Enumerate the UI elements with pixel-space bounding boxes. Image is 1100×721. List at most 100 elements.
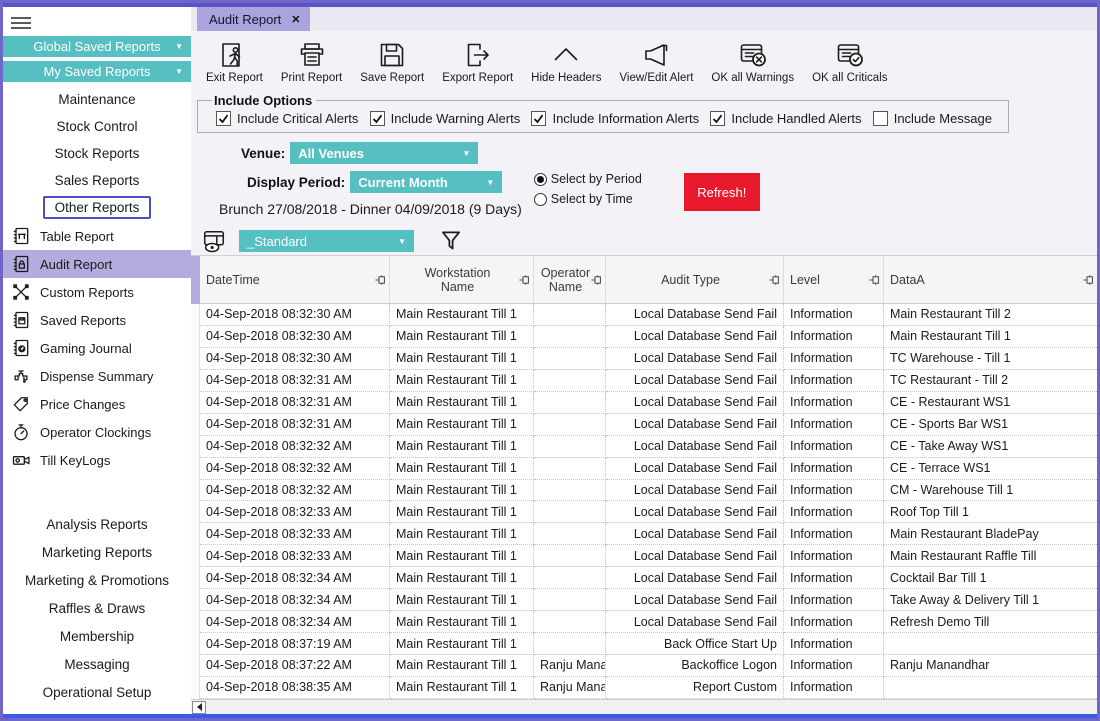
tab-close-icon[interactable]: ✕ [291, 13, 300, 26]
scroll-left-arrow[interactable] [192, 701, 206, 714]
ok-all-criticals-button[interactable]: OK all Criticals [803, 33, 896, 91]
export-report-button[interactable]: Export Report [433, 33, 522, 91]
cell-audit-type: Local Database Send Fail [606, 501, 784, 523]
print-report-button[interactable]: Print Report [272, 33, 351, 91]
table-row[interactable]: 04-Sep-2018 08:32:30 AMMain Restaurant T… [200, 304, 1097, 326]
my-saved-reports-dropdown[interactable]: My Saved Reports ▼ [3, 61, 191, 82]
table-row[interactable]: 04-Sep-2018 08:32:31 AMMain Restaurant T… [200, 370, 1097, 392]
table-row[interactable]: 04-Sep-2018 08:32:34 AMMain Restaurant T… [200, 589, 1097, 611]
view-edit-alert-button[interactable]: View/Edit Alert [610, 33, 702, 91]
sidebar-item-audit-report[interactable]: Audit Report [3, 250, 191, 278]
column-header-label: DateTime [206, 273, 260, 287]
sidebar-item-operator-clockings[interactable]: Operator Clockings [3, 418, 191, 446]
table-row[interactable]: 04-Sep-2018 08:37:22 AMMain Restaurant T… [200, 655, 1097, 677]
column-pin-icon[interactable] [375, 275, 386, 285]
cell-operator-name [534, 436, 606, 458]
table-row[interactable]: 04-Sep-2018 08:32:30 AMMain Restaurant T… [200, 348, 1097, 370]
table-row[interactable]: 04-Sep-2018 08:32:33 AMMain Restaurant T… [200, 501, 1097, 523]
cell-level: Information [784, 611, 884, 633]
column-pin-icon[interactable] [1083, 275, 1094, 285]
ok-all-warnings-button[interactable]: OK all Warnings [702, 33, 803, 91]
save-report-button[interactable]: Save Report [351, 33, 433, 91]
sidebar-item-custom-reports[interactable]: Custom Reports [3, 278, 191, 306]
column-header-operator-name[interactable]: Operator Name [534, 256, 606, 303]
table-row[interactable]: 04-Sep-2018 08:32:31 AMMain Restaurant T… [200, 392, 1097, 414]
table-row[interactable]: 04-Sep-2018 08:32:31 AMMain Restaurant T… [200, 414, 1097, 436]
table-row[interactable]: 04-Sep-2018 08:32:30 AMMain Restaurant T… [200, 326, 1097, 348]
display-period-dropdown[interactable]: Current Month ▼ [350, 171, 502, 193]
table-row[interactable]: 04-Sep-2018 08:37:19 AMMain Restaurant T… [200, 633, 1097, 655]
table-row[interactable]: 04-Sep-2018 08:32:32 AMMain Restaurant T… [200, 458, 1097, 480]
cell-datetime: 04-Sep-2018 08:32:34 AM [200, 589, 390, 611]
column-pin-icon[interactable] [519, 275, 530, 285]
sidebar-item-stock-control[interactable]: Stock Control [3, 113, 191, 140]
cell-level: Information [784, 567, 884, 589]
column-header-label: Operator Name [540, 266, 591, 294]
sidebar-item-stock-reports[interactable]: Stock Reports [3, 140, 191, 167]
cell-operator-name [534, 304, 606, 326]
table-row[interactable]: 04-Sep-2018 08:32:33 AMMain Restaurant T… [200, 545, 1097, 567]
grid-layout-eye-icon[interactable] [201, 228, 227, 254]
exit-report-icon [219, 40, 249, 70]
app-window: Global Saved Reports ▼ My Saved Reports … [0, 0, 1100, 721]
sidebar-item-messaging[interactable]: Messaging [3, 650, 191, 678]
cell-dataa: Main Restaurant BladePay [884, 523, 1097, 545]
select-by-time-radio[interactable]: Select by Time [534, 189, 642, 209]
include-message-checkbox[interactable]: Include Message [873, 111, 992, 126]
column-header-dataa[interactable]: DataA [884, 256, 1097, 303]
sidebar-item-price-changes[interactable]: Price Changes [3, 390, 191, 418]
exit-report-button[interactable]: Exit Report [197, 33, 272, 91]
sidebar-item-analysis-reports[interactable]: Analysis Reports [3, 510, 191, 538]
column-header-datetime[interactable]: DateTime [200, 256, 390, 303]
table-row[interactable]: 04-Sep-2018 08:38:35 AMMain Restaurant T… [200, 677, 1097, 699]
filter-funnel-icon[interactable] [438, 228, 464, 254]
table-row[interactable]: 04-Sep-2018 08:32:32 AMMain Restaurant T… [200, 480, 1097, 502]
column-pin-icon[interactable] [869, 275, 880, 285]
sidebar-item-other-reports[interactable]: Other Reports [43, 196, 152, 219]
sidebar-item-maintenance[interactable]: Maintenance [3, 86, 191, 113]
table-row[interactable]: 04-Sep-2018 08:32:34 AMMain Restaurant T… [200, 611, 1097, 633]
cell-dataa: Cocktail Bar Till 1 [884, 567, 1097, 589]
sidebar-item-marketing-promotions[interactable]: Marketing & Promotions [3, 566, 191, 594]
cell-level: Information [784, 501, 884, 523]
sidebar-item-till-keylogs[interactable]: Till KeyLogs [3, 446, 191, 474]
tab-audit-report[interactable]: Audit Report ✕ [197, 7, 310, 31]
radio-unselected-icon [534, 193, 547, 206]
include-warning-alerts-checkbox[interactable]: Include Warning Alerts [370, 111, 521, 126]
table-row[interactable]: 04-Sep-2018 08:32:32 AMMain Restaurant T… [200, 436, 1097, 458]
sidebar-item-marketing-reports[interactable]: Marketing Reports [3, 538, 191, 566]
column-header-level[interactable]: Level [784, 256, 884, 303]
sidebar-item-sales-reports[interactable]: Sales Reports [3, 167, 191, 194]
column-pin-icon[interactable] [769, 275, 780, 285]
toolbar-button-label: OK all Warnings [711, 72, 794, 84]
hide-headers-button[interactable]: Hide Headers [522, 33, 610, 91]
table-row[interactable]: 04-Sep-2018 08:32:34 AMMain Restaurant T… [200, 567, 1097, 589]
select-by-period-radio[interactable]: Select by Period [534, 169, 642, 189]
refresh-button[interactable]: Refresh! [684, 173, 760, 211]
sidebar-item-saved-reports[interactable]: Saved Reports [3, 306, 191, 334]
sidebar-item-dispense-summary[interactable]: Dispense Summary [3, 362, 191, 390]
table-row[interactable]: 04-Sep-2018 08:32:33 AMMain Restaurant T… [200, 523, 1097, 545]
column-header-audit-type[interactable]: Audit Type [606, 256, 784, 303]
window-bottom-line [3, 714, 1097, 718]
hamburger-menu-icon[interactable] [11, 14, 31, 32]
include-critical-alerts-checkbox[interactable]: Include Critical Alerts [216, 111, 358, 126]
sidebar-item-gaming-journal[interactable]: Gaming Journal [3, 334, 191, 362]
global-saved-reports-dropdown[interactable]: Global Saved Reports ▼ [3, 36, 191, 57]
column-header-workstation-name[interactable]: Workstation Name [390, 256, 534, 303]
column-pin-icon[interactable] [591, 275, 602, 285]
cell-operator-name [534, 414, 606, 436]
sidebar-item-raffles-draws[interactable]: Raffles & Draws [3, 594, 191, 622]
include-handled-alerts-checkbox[interactable]: Include Handled Alerts [710, 111, 861, 126]
layout-dropdown[interactable]: _Standard ▼ [239, 230, 414, 252]
venue-dropdown[interactable]: All Venues ▼ [290, 142, 478, 164]
cell-datetime: 04-Sep-2018 08:32:32 AM [200, 458, 390, 480]
sidebar-item-membership[interactable]: Membership [3, 622, 191, 650]
venue-label: Venue: [241, 146, 285, 161]
sidebar-item-table-report[interactable]: Table Report [3, 222, 191, 250]
sidebar-item-operational-setup[interactable]: Operational Setup [3, 678, 191, 706]
include-information-alerts-checkbox[interactable]: Include Information Alerts [531, 111, 699, 126]
sidebar-item-label: Custom Reports [40, 285, 134, 300]
cell-operator-name [534, 545, 606, 567]
horizontal-scrollbar[interactable] [191, 699, 1097, 714]
